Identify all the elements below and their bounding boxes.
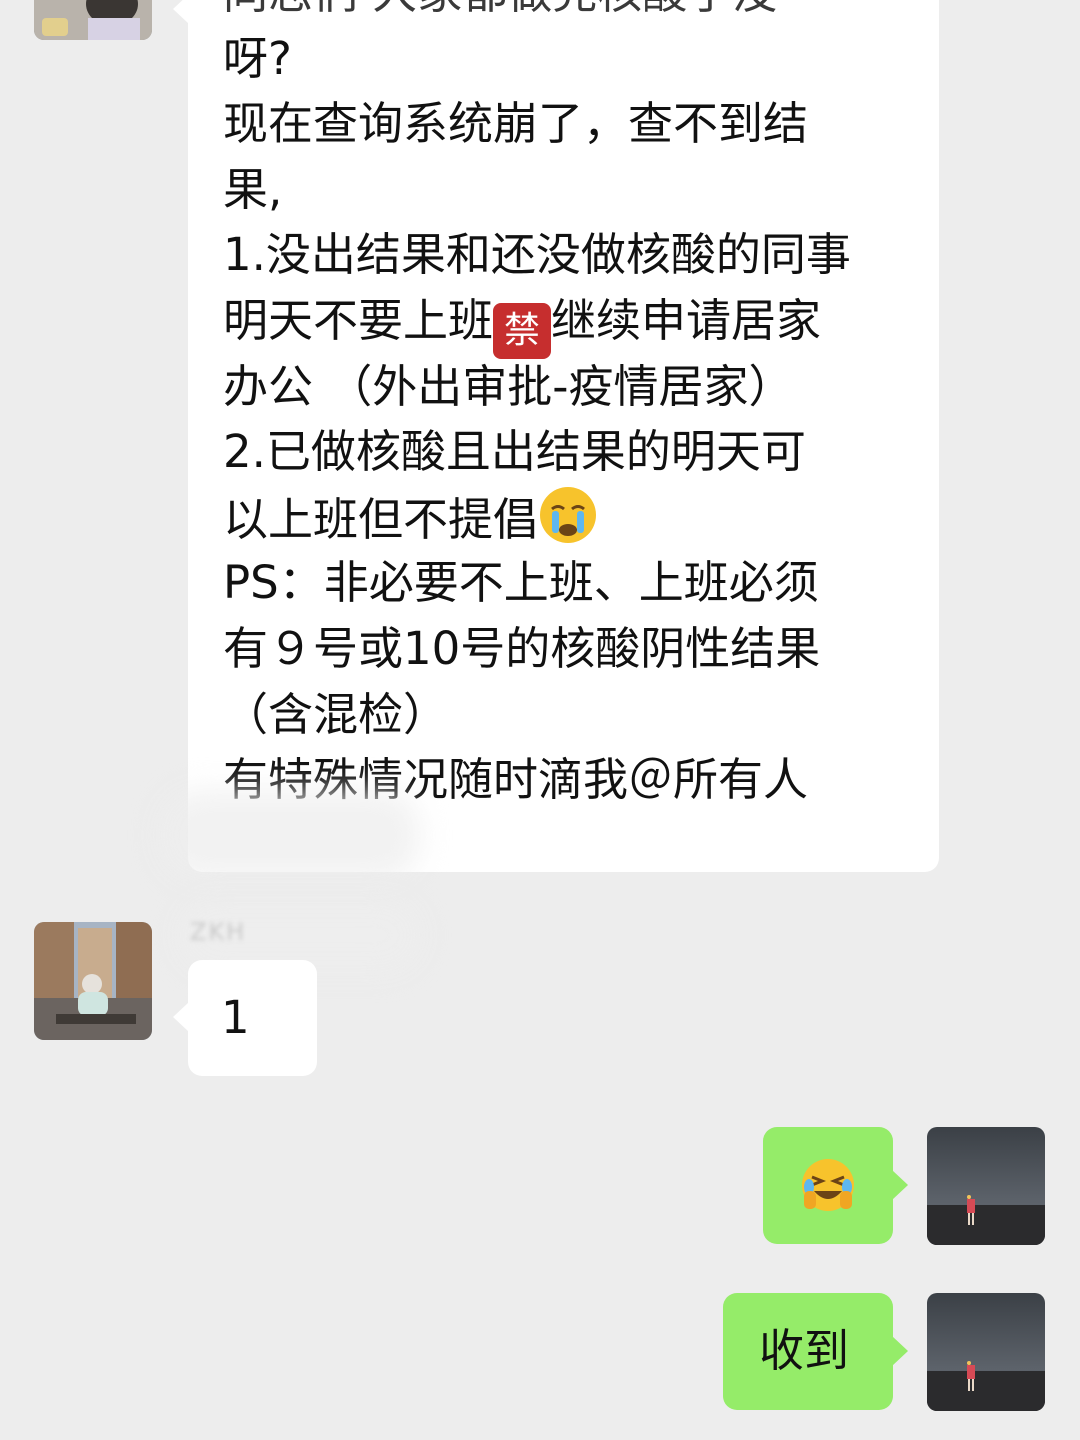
message-line: 有特殊情况随时滴我＠所有人: [223, 753, 809, 807]
bubble-tail: [173, 1002, 189, 1032]
message-line: 有９号或10号的核酸阴性结果: [223, 621, 821, 675]
incoming-message-bubble[interactable]: 1: [188, 960, 317, 1076]
my-avatar[interactable]: [927, 1293, 1045, 1411]
message-line: 现在查询系统崩了，查不到结: [223, 97, 809, 151]
avatar-photo: [34, 0, 152, 40]
laughing-crying-face-emoji: [800, 1157, 856, 1217]
message-line: 1.没出结果和还没做核酸的同事: [223, 228, 851, 282]
message-line-text: 以上班但不提倡: [223, 492, 539, 546]
message-text: 同志们 大家都做完核酸了没 呀? 现在查询系统崩了，查不到结 果, 1.没出结果…: [223, 0, 851, 813]
avatar-photo: [34, 922, 152, 1040]
bubble-tail: [892, 1170, 908, 1200]
message-line: 明天不要上班禁继续申请居家: [223, 288, 851, 359]
message-line: 果,: [223, 162, 283, 216]
outgoing-message-bubble[interactable]: [763, 1127, 893, 1244]
message-line: 呀?: [223, 31, 292, 85]
prohibited-emoji: 禁: [493, 302, 552, 359]
message-line: 办公 （外出审批-疫情居家）: [223, 359, 794, 413]
sender-avatar-top[interactable]: [34, 0, 152, 40]
message-text: 1: [221, 991, 250, 1044]
message-line: 2.已做核酸且出结果的明天可: [223, 425, 806, 479]
message-line: 以上班但不提倡: [223, 485, 851, 551]
outgoing-message-bubble[interactable]: 收到: [723, 1293, 893, 1410]
avatar-photo: [927, 1293, 1045, 1411]
my-avatar[interactable]: [927, 1127, 1045, 1245]
sender-avatar-zkh[interactable]: [34, 922, 152, 1040]
message-text: 收到: [759, 1324, 850, 1377]
bubble-tail: [173, 0, 189, 24]
message-line: （含混检）: [223, 687, 449, 741]
message-line: 同志们 大家都做完核酸了没: [223, 0, 851, 26]
bubble-tail: [892, 1336, 908, 1366]
incoming-message-bubble[interactable]: 同志们 大家都做完核酸了没 呀? 现在查询系统崩了，查不到结 果, 1.没出结果…: [188, 0, 939, 872]
message-line: PS：非必要不上班、上班必须: [223, 556, 819, 610]
avatar-photo: [927, 1127, 1045, 1245]
sender-name: ZKH: [190, 918, 247, 946]
